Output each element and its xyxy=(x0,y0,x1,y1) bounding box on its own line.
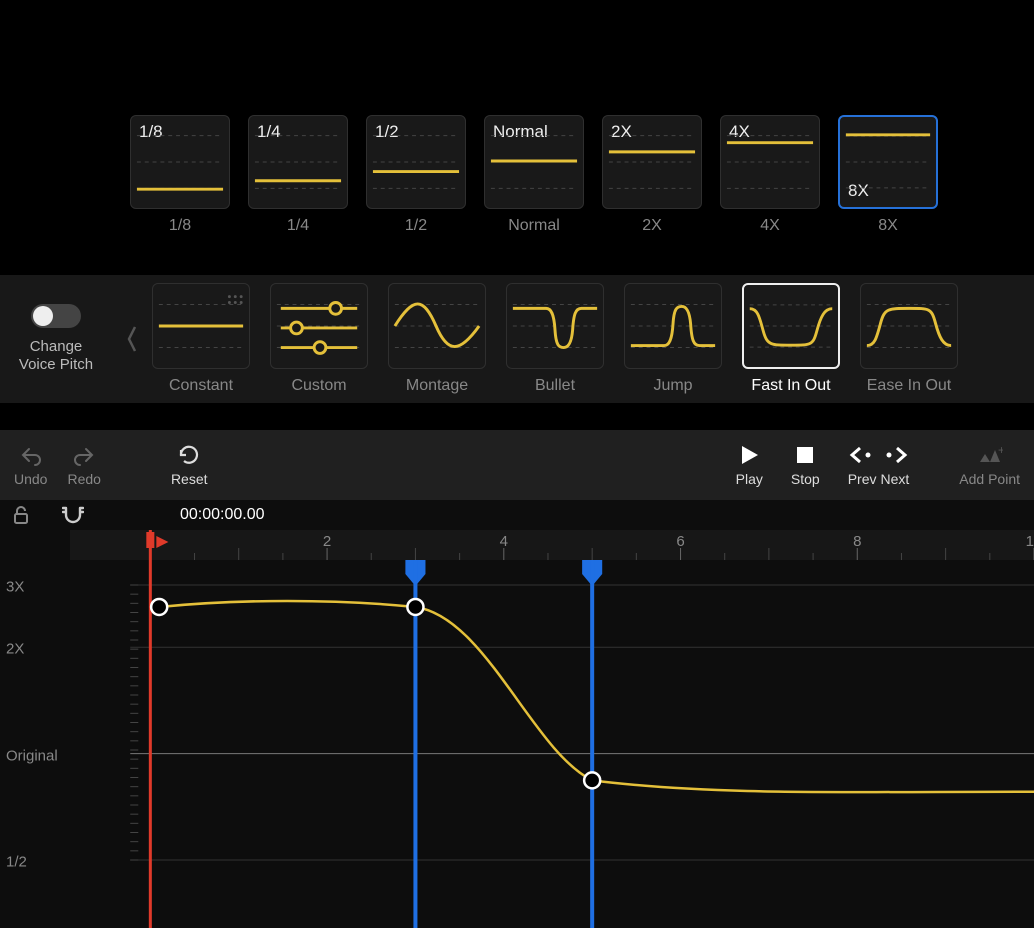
play-label: Play xyxy=(736,471,763,487)
speed-presets-row: 1/8 1/81/4 1/41/2 1/2Normal xyxy=(130,115,938,235)
undo-icon xyxy=(19,443,43,467)
stop-button[interactable]: Stop xyxy=(791,443,820,487)
preset-thumb[interactable] xyxy=(624,283,722,369)
prev-button[interactable]: Prev xyxy=(848,443,877,487)
undo-button[interactable]: Undo xyxy=(14,443,47,487)
stop-label: Stop xyxy=(791,471,820,487)
toggle-switch[interactable] xyxy=(31,304,81,328)
preset-bullet[interactable]: Bullet xyxy=(506,283,604,395)
redo-label: Redo xyxy=(67,471,100,487)
toggle-knob xyxy=(33,306,53,326)
preset-caption: Constant xyxy=(169,377,233,395)
preset-fast-in-out[interactable]: Fast In Out xyxy=(742,283,840,395)
preset-thumb[interactable] xyxy=(742,283,840,369)
reset-label: Reset xyxy=(171,471,208,487)
presets-scroll-left[interactable] xyxy=(112,299,152,379)
toggle-label: Change Voice Pitch xyxy=(19,338,93,374)
speed-preset-1/2[interactable]: 1/2 1/2 xyxy=(366,115,466,235)
play-button[interactable]: Play xyxy=(736,443,763,487)
speed-caption: 1/2 xyxy=(405,217,427,235)
curve-presets-strip: Constant Custom Montage Bullet Jump Fast… xyxy=(152,283,958,395)
graph-topbar: 00:00:00.00 xyxy=(0,500,1034,530)
y-axis-label: 1/2 xyxy=(6,854,27,871)
preset-caption: Montage xyxy=(406,377,468,395)
add-point-icon: + xyxy=(977,443,1003,467)
speed-preset-4x[interactable]: 4X 4X xyxy=(720,115,820,235)
preset-caption: Bullet xyxy=(535,377,575,395)
change-voice-pitch-toggle[interactable]: Change Voice Pitch xyxy=(0,304,112,374)
preset-jump[interactable]: Jump xyxy=(624,283,722,395)
next-label: Next xyxy=(880,471,909,487)
preset-caption: Ease In Out xyxy=(867,377,952,395)
snap-icon[interactable] xyxy=(58,505,88,525)
prev-icon xyxy=(848,443,876,467)
svg-text:10: 10 xyxy=(1026,533,1034,550)
redo-button[interactable]: Redo xyxy=(67,443,100,487)
preset-thumb[interactable] xyxy=(506,283,604,369)
speed-thumb[interactable]: 8X xyxy=(838,115,938,209)
svg-text:4: 4 xyxy=(500,533,508,550)
stop-icon xyxy=(795,443,815,467)
curve-preset-panel: Change Voice Pitch Constant Custom Monta… xyxy=(0,275,1034,403)
speed-caption: 2X xyxy=(642,217,662,235)
speed-preset-1/4[interactable]: 1/4 1/4 xyxy=(248,115,348,235)
speed-thumb[interactable]: Normal xyxy=(484,115,584,209)
lock-icon[interactable] xyxy=(6,505,36,525)
preset-caption: Jump xyxy=(653,377,692,395)
speed-caption: 1/4 xyxy=(287,217,309,235)
speed-preset-8x[interactable]: 8X 8X xyxy=(838,115,938,235)
speed-caption: 4X xyxy=(760,217,780,235)
speed-caption: 1/8 xyxy=(169,217,191,235)
add-point-label: Add Point xyxy=(959,471,1020,487)
next-button[interactable]: Next xyxy=(880,443,909,487)
preset-custom[interactable]: Custom xyxy=(270,283,368,395)
preset-caption: Fast In Out xyxy=(751,377,830,395)
preset-caption: Custom xyxy=(291,377,346,395)
speed-preset-normal[interactable]: Normal Normal xyxy=(484,115,584,235)
speed-preset-1/8[interactable]: 1/8 1/8 xyxy=(130,115,230,235)
reset-icon xyxy=(176,443,202,467)
speed-thumb[interactable]: 4X xyxy=(720,115,820,209)
y-axis-labels: 3X 2X Original 1/2 xyxy=(0,532,70,928)
add-point-button[interactable]: + Add Point xyxy=(959,443,1020,487)
play-icon xyxy=(738,443,760,467)
timecode-readout: 00:00:00.00 xyxy=(180,506,265,524)
preset-thumb[interactable] xyxy=(388,283,486,369)
svg-text:+: + xyxy=(998,444,1003,457)
svg-text:8: 8 xyxy=(853,533,861,550)
preset-constant[interactable]: Constant xyxy=(152,283,250,395)
next-icon xyxy=(881,443,909,467)
preset-thumb[interactable] xyxy=(270,283,368,369)
speed-graph: 00:00:00.00 3X 2X Original 1/2 2 4 6 8 10 xyxy=(0,500,1034,928)
svg-text:2: 2 xyxy=(323,533,331,550)
reset-button[interactable]: Reset xyxy=(171,443,208,487)
y-axis-label: 3X xyxy=(6,579,24,596)
preset-thumb[interactable] xyxy=(860,283,958,369)
speed-caption: 8X xyxy=(878,217,898,235)
speed-thumb[interactable]: 2X xyxy=(602,115,702,209)
y-axis-label: 2X xyxy=(6,641,24,658)
prev-label: Prev xyxy=(848,471,877,487)
preset-montage[interactable]: Montage xyxy=(388,283,486,395)
svg-text:6: 6 xyxy=(676,533,684,550)
speed-thumb[interactable]: 1/4 xyxy=(248,115,348,209)
y-axis-label: Original xyxy=(6,747,58,764)
speed-thumb[interactable]: 1/2 xyxy=(366,115,466,209)
graph-toolbar: Undo Redo Reset Play Stop Prev xyxy=(0,430,1034,500)
undo-label: Undo xyxy=(14,471,47,487)
speed-graph-plot[interactable]: 2 4 6 8 10 xyxy=(70,530,1034,928)
preset-thumb[interactable] xyxy=(152,283,250,369)
speed-preset-2x[interactable]: 2X 2X xyxy=(602,115,702,235)
redo-icon xyxy=(72,443,96,467)
speed-thumb[interactable]: 1/8 xyxy=(130,115,230,209)
preset-ease-in-out[interactable]: Ease In Out xyxy=(860,283,958,395)
speed-caption: Normal xyxy=(508,217,560,235)
